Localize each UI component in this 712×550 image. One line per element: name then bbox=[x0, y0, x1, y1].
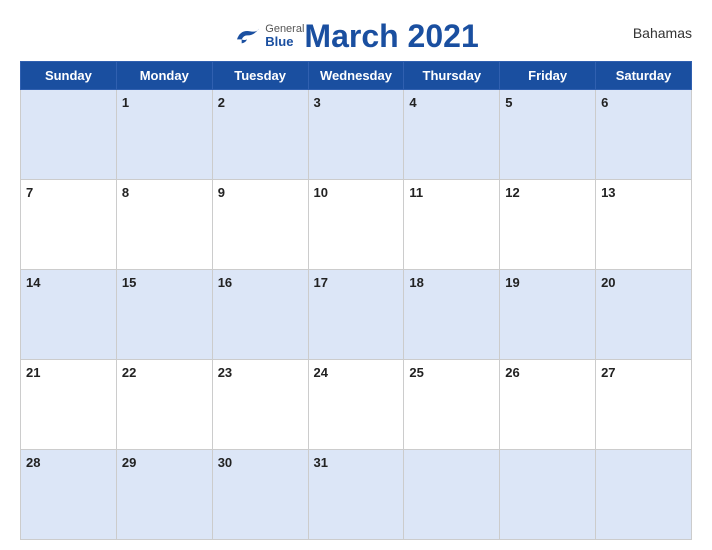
day-number: 8 bbox=[122, 185, 129, 200]
day-number: 26 bbox=[505, 365, 519, 380]
day-number: 27 bbox=[601, 365, 615, 380]
col-sunday: Sunday bbox=[21, 62, 117, 90]
day-number: 6 bbox=[601, 95, 608, 110]
calendar-cell: 11 bbox=[404, 180, 500, 270]
calendar-cell: 1 bbox=[116, 90, 212, 180]
calendar-cell: 27 bbox=[596, 360, 692, 450]
day-number: 13 bbox=[601, 185, 615, 200]
col-tuesday: Tuesday bbox=[212, 62, 308, 90]
col-saturday: Saturday bbox=[596, 62, 692, 90]
day-number: 31 bbox=[314, 455, 328, 470]
day-number: 14 bbox=[26, 275, 40, 290]
day-number: 3 bbox=[314, 95, 321, 110]
day-number: 16 bbox=[218, 275, 232, 290]
day-number: 15 bbox=[122, 275, 136, 290]
bird-icon bbox=[233, 26, 261, 46]
day-number: 1 bbox=[122, 95, 129, 110]
calendar-cell: 4 bbox=[404, 90, 500, 180]
day-number: 4 bbox=[409, 95, 416, 110]
calendar-cell: 28 bbox=[21, 450, 117, 540]
calendar-cell: 18 bbox=[404, 270, 500, 360]
calendar-cell: 29 bbox=[116, 450, 212, 540]
calendar-cell: 16 bbox=[212, 270, 308, 360]
day-number: 10 bbox=[314, 185, 328, 200]
day-number: 23 bbox=[218, 365, 232, 380]
calendar-cell bbox=[21, 90, 117, 180]
calendar-cell: 14 bbox=[21, 270, 117, 360]
calendar-cell bbox=[404, 450, 500, 540]
calendar-cell: 2 bbox=[212, 90, 308, 180]
calendar-cell: 8 bbox=[116, 180, 212, 270]
logo: General Blue bbox=[233, 23, 304, 49]
calendar-cell: 10 bbox=[308, 180, 404, 270]
calendar-week-4: 21 22 23 24 25 26 27 bbox=[21, 360, 692, 450]
logo-blue: Blue bbox=[265, 35, 304, 49]
day-number: 22 bbox=[122, 365, 136, 380]
day-number: 18 bbox=[409, 275, 423, 290]
calendar-cell: 25 bbox=[404, 360, 500, 450]
calendar-cell: 23 bbox=[212, 360, 308, 450]
calendar-week-3: 14 15 16 17 18 19 20 bbox=[21, 270, 692, 360]
day-number: 25 bbox=[409, 365, 423, 380]
calendar-cell: 24 bbox=[308, 360, 404, 450]
day-number: 28 bbox=[26, 455, 40, 470]
calendar-week-5: 28 29 30 31 bbox=[21, 450, 692, 540]
calendar-cell: 20 bbox=[596, 270, 692, 360]
day-number: 17 bbox=[314, 275, 328, 290]
calendar-cell: 17 bbox=[308, 270, 404, 360]
calendar-cell: 31 bbox=[308, 450, 404, 540]
calendar-cell: 5 bbox=[500, 90, 596, 180]
day-number: 11 bbox=[409, 185, 423, 200]
calendar-cell: 6 bbox=[596, 90, 692, 180]
month-title: March 2021 bbox=[304, 18, 478, 55]
day-number: 9 bbox=[218, 185, 225, 200]
day-number: 7 bbox=[26, 185, 33, 200]
calendar-body: 1234567891011121314151617181920212223242… bbox=[21, 90, 692, 540]
calendar-cell: 26 bbox=[500, 360, 596, 450]
day-number: 12 bbox=[505, 185, 519, 200]
day-number: 30 bbox=[218, 455, 232, 470]
calendar-cell: 13 bbox=[596, 180, 692, 270]
calendar-cell: 22 bbox=[116, 360, 212, 450]
calendar-cell: 21 bbox=[21, 360, 117, 450]
col-wednesday: Wednesday bbox=[308, 62, 404, 90]
calendar-table: Sunday Monday Tuesday Wednesday Thursday… bbox=[20, 61, 692, 540]
calendar-cell: 30 bbox=[212, 450, 308, 540]
calendar-cell bbox=[500, 450, 596, 540]
logo-words: General Blue bbox=[265, 23, 304, 49]
day-number: 29 bbox=[122, 455, 136, 470]
col-friday: Friday bbox=[500, 62, 596, 90]
day-number: 2 bbox=[218, 95, 225, 110]
calendar-cell: 3 bbox=[308, 90, 404, 180]
calendar-cell bbox=[596, 450, 692, 540]
calendar-week-1: 1 2 3 4 5 6 bbox=[21, 90, 692, 180]
calendar-cell: 7 bbox=[21, 180, 117, 270]
calendar-cell: 19 bbox=[500, 270, 596, 360]
country-label: Bahamas bbox=[633, 25, 692, 41]
calendar-cell: 15 bbox=[116, 270, 212, 360]
day-number: 19 bbox=[505, 275, 519, 290]
col-thursday: Thursday bbox=[404, 62, 500, 90]
day-number: 21 bbox=[26, 365, 40, 380]
calendar-cell: 12 bbox=[500, 180, 596, 270]
calendar-week-2: 7 8 9 10 11 12 13 bbox=[21, 180, 692, 270]
day-number: 24 bbox=[314, 365, 328, 380]
day-number: 20 bbox=[601, 275, 615, 290]
day-number: 5 bbox=[505, 95, 512, 110]
calendar-cell: 9 bbox=[212, 180, 308, 270]
calendar-header: General Blue March 2021 Bahamas bbox=[20, 10, 692, 55]
col-monday: Monday bbox=[116, 62, 212, 90]
calendar-header-row: Sunday Monday Tuesday Wednesday Thursday… bbox=[21, 62, 692, 90]
